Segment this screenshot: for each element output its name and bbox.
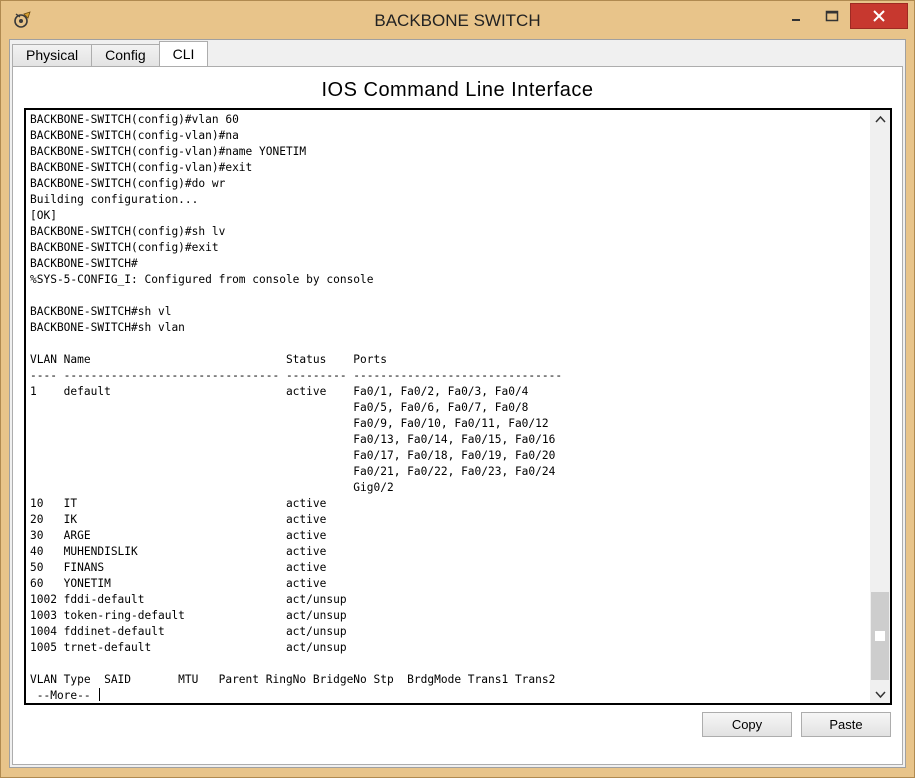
text-cursor	[99, 688, 101, 701]
terminal-line: 10 IT active	[30, 497, 327, 510]
terminal-line: BACKBONE-SWITCH(config-vlan)#na	[30, 129, 239, 142]
cli-panel: IOS Command Line Interface BACKBONE-SWIT…	[12, 66, 903, 765]
terminal-line: VLAN Name Status Ports	[30, 353, 387, 366]
scroll-down-button[interactable]	[870, 686, 890, 703]
cli-terminal[interactable]: BACKBONE-SWITCH(config)#vlan 60 BACKBONE-…	[24, 108, 892, 705]
copy-button[interactable]: Copy	[702, 712, 792, 737]
terminal-line: 40 MUHENDISLIK active	[30, 545, 327, 558]
terminal-line: Fa0/9, Fa0/10, Fa0/11, Fa0/12	[30, 417, 549, 430]
close-icon	[873, 10, 885, 22]
terminal-line: Building configuration...	[30, 193, 199, 206]
terminal-line: 20 IK active	[30, 513, 327, 526]
app-window: BACKBONE SWITCH Physical Config CLI IOS …	[0, 0, 915, 778]
terminal-line: 1005 trnet-default act/unsup	[30, 641, 347, 654]
terminal-line: [OK]	[30, 209, 57, 222]
terminal-line: BACKBONE-SWITCH#	[30, 257, 138, 270]
terminal-line: BACKBONE-SWITCH(config)#exit	[30, 241, 219, 254]
terminal-line: Fa0/5, Fa0/6, Fa0/7, Fa0/8	[30, 401, 529, 414]
maximize-icon	[825, 10, 839, 22]
terminal-line: 1003 token-ring-default act/unsup	[30, 609, 347, 622]
terminal-line: 60 YONETIM active	[30, 577, 327, 590]
terminal-line: %SYS-5-CONFIG_I: Configured from console…	[30, 273, 374, 286]
terminal-line: 1002 fddi-default act/unsup	[30, 593, 347, 606]
close-button[interactable]	[850, 3, 908, 29]
terminal-line: ---- -------------------------------- --…	[30, 369, 563, 382]
chevron-up-icon	[874, 115, 886, 123]
cli-heading: IOS Command Line Interface	[321, 79, 594, 101]
terminal-line: VLAN Type SAID MTU Parent RingNo BridgeN…	[30, 673, 556, 686]
chevron-down-icon	[874, 690, 886, 698]
minimize-icon	[792, 19, 800, 21]
terminal-line: 50 FINANS active	[30, 561, 327, 574]
terminal-line: BACKBONE-SWITCH(config)#sh lv	[30, 225, 226, 238]
terminal-line: Gig0/2	[30, 481, 394, 494]
paste-button[interactable]: Paste	[801, 712, 891, 737]
terminal-line: BACKBONE-SWITCH(config-vlan)#name YONETI…	[30, 145, 307, 158]
scroll-up-button[interactable]	[870, 110, 890, 127]
terminal-line: --More--	[30, 688, 866, 704]
terminal-line: 30 ARGE active	[30, 529, 327, 542]
terminal-line: Fa0/13, Fa0/14, Fa0/15, Fa0/16	[30, 433, 556, 446]
maximize-button[interactable]	[814, 3, 850, 29]
terminal-output[interactable]: BACKBONE-SWITCH(config)#vlan 60 BACKBONE-…	[30, 112, 866, 704]
terminal-line: 1 default active Fa0/1, Fa0/2, Fa0/3, Fa…	[30, 385, 529, 398]
terminal-line: Fa0/17, Fa0/18, Fa0/19, Fa0/20	[30, 449, 556, 462]
terminal-line: BACKBONE-SWITCH#sh vlan	[30, 321, 185, 334]
terminal-line: BACKBONE-SWITCH(config-vlan)#exit	[30, 161, 253, 174]
terminal-line: BACKBONE-SWITCH#sh vl	[30, 305, 172, 318]
title-bar[interactable]: BACKBONE SWITCH	[1, 1, 914, 39]
terminal-line: BACKBONE-SWITCH(config)#do wr	[30, 177, 226, 190]
terminal-line: BACKBONE-SWITCH(config)#vlan 60	[30, 113, 239, 126]
minimize-button[interactable]	[778, 3, 814, 29]
terminal-line: 1004 fddinet-default act/unsup	[30, 625, 347, 638]
tab-bar: Physical Config CLI	[12, 41, 209, 66]
tab-physical[interactable]: Physical	[12, 44, 93, 66]
terminal-line: Fa0/21, Fa0/22, Fa0/23, Fa0/24	[30, 465, 556, 478]
device-dialog: Physical Config CLI IOS Command Line Int…	[9, 39, 906, 768]
scroll-grip	[875, 631, 885, 641]
terminal-scrollbar[interactable]	[870, 110, 890, 703]
tab-cli[interactable]: CLI	[158, 41, 209, 66]
scroll-thumb[interactable]	[871, 592, 889, 680]
tab-config[interactable]: Config	[91, 44, 160, 66]
